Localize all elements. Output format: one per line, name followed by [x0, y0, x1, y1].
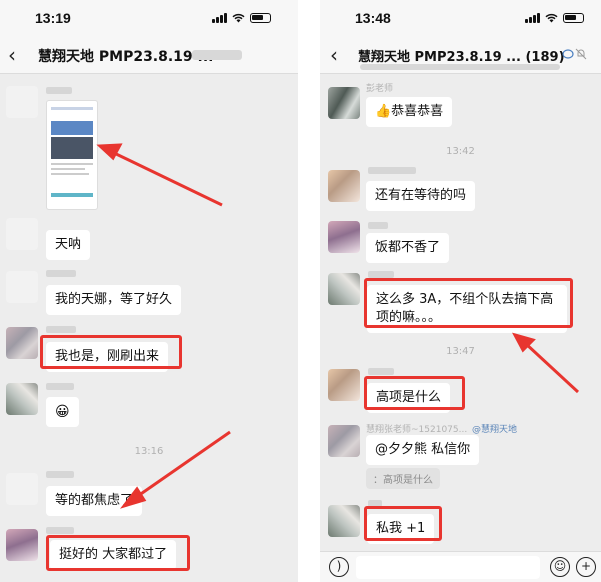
highlight-box — [46, 535, 190, 571]
message-bubble[interactable]: 👍恭喜恭喜 — [366, 97, 453, 127]
battery-icon — [563, 13, 584, 23]
avatar[interactable] — [6, 529, 38, 561]
chat-title[interactable]: 慧翔天地 PMP23.8.19 ... (189) — [358, 46, 565, 65]
message-list[interactable]: 彭老师 👍恭喜恭喜 13:42 还有在等待的吗 饭都不香了 这么多 3A，不组个… — [320, 75, 601, 582]
sender-name-redacted — [368, 368, 394, 375]
panel-divider — [298, 0, 320, 582]
avatar[interactable] — [328, 505, 360, 537]
chat-bubble-icon — [562, 49, 574, 59]
status-time: 13:19 — [35, 10, 71, 26]
redacted-strip — [360, 64, 560, 70]
avatar[interactable] — [328, 425, 360, 457]
group-tag: @慧翔天地 — [472, 425, 518, 435]
timestamp: 13:42 — [446, 146, 475, 157]
sender-name-redacted — [368, 271, 394, 278]
wifi-icon — [545, 13, 558, 23]
image-message[interactable] — [46, 100, 98, 210]
avatar[interactable] — [328, 87, 360, 119]
message-bubble[interactable]: 还有在等待的吗 — [366, 181, 476, 211]
avatar[interactable] — [328, 369, 360, 401]
status-icons — [212, 13, 271, 23]
status-time: 13:48 — [355, 10, 391, 26]
sender-name-redacted — [368, 167, 416, 174]
avatar[interactable] — [6, 218, 38, 250]
battery-icon — [250, 13, 271, 23]
sender-name-redacted — [46, 471, 74, 478]
back-chevron-icon[interactable]: ‹ — [330, 43, 338, 67]
message-bubble[interactable]: 等的都焦虑了 — [46, 486, 143, 516]
status-icons — [525, 13, 584, 23]
back-chevron-icon[interactable]: ‹ — [8, 43, 16, 67]
avatar[interactable] — [328, 273, 360, 305]
sender-name-redacted — [46, 87, 72, 94]
highlight-box — [364, 506, 442, 541]
right-chat-screen: 13:48 ‹ 慧翔天地 PMP23.8.19 ... (189) 彭老师 👍恭… — [320, 0, 601, 582]
avatar[interactable] — [6, 327, 38, 359]
screenshot-composite: 13:19 ‹ 慧翔天地 PMP23.8.19 ... 天呐 我的天娜，等了好久… — [0, 0, 601, 582]
message-bubble[interactable]: @夕夕熊 私信你 — [366, 435, 480, 465]
highlight-box — [40, 335, 182, 369]
message-input[interactable] — [356, 556, 540, 579]
chat-header: ‹ 慧翔天地 PMP23.8.19 ... (189) — [320, 36, 601, 74]
sender-name-redacted — [46, 383, 74, 390]
highlight-box — [364, 376, 465, 410]
sender-name: 彭老师 — [366, 84, 394, 94]
avatar[interactable] — [6, 383, 38, 415]
status-bar: 13:48 — [320, 0, 601, 36]
sender-name: 慧翔张老师~1521075... — [366, 425, 468, 435]
message-bubble[interactable]: 饭都不香了 — [366, 233, 450, 263]
quoted-reply[interactable]: ：高项是什么 — [366, 468, 440, 489]
sender-name-redacted — [368, 222, 388, 229]
input-bar: ) ☺ + — [320, 551, 601, 582]
highlight-box — [364, 278, 573, 328]
message-bubble[interactable]: 天呐 — [46, 230, 91, 260]
status-bar: 13:19 — [0, 0, 298, 36]
avatar[interactable] — [328, 170, 360, 202]
voice-icon[interactable]: ) — [329, 557, 349, 577]
plus-icon[interactable]: + — [576, 557, 596, 577]
avatar[interactable] — [6, 86, 38, 118]
wifi-icon — [232, 13, 245, 23]
message-bubble[interactable]: 我的天娜，等了好久 — [46, 285, 182, 315]
emoji-icon[interactable]: ☺ — [550, 557, 570, 577]
avatar[interactable] — [6, 473, 38, 505]
sender-name-redacted — [46, 270, 76, 277]
signal-icon — [525, 13, 540, 23]
avatar[interactable] — [6, 271, 38, 303]
signal-icon — [212, 13, 227, 23]
chat-title[interactable]: 慧翔天地 PMP23.8.19 ... — [38, 46, 214, 66]
sender-name-redacted — [46, 527, 74, 534]
avatar[interactable] — [328, 221, 360, 253]
redacted-count — [192, 50, 242, 60]
emoji-message[interactable]: 😀 — [46, 397, 79, 427]
left-chat-screen: 13:19 ‹ 慧翔天地 PMP23.8.19 ... 天呐 我的天娜，等了好久… — [0, 0, 298, 582]
message-list[interactable]: 天呐 我的天娜，等了好久 我也是，刚刷出来 😀 13:16 等的都焦虑了 挺好的… — [0, 75, 298, 582]
timestamp: 13:16 — [134, 446, 164, 457]
mute-bell-icon — [575, 48, 587, 60]
chat-header: ‹ 慧翔天地 PMP23.8.19 ... — [0, 36, 298, 74]
timestamp: 13:47 — [446, 346, 475, 357]
sender-name-redacted — [46, 326, 76, 333]
